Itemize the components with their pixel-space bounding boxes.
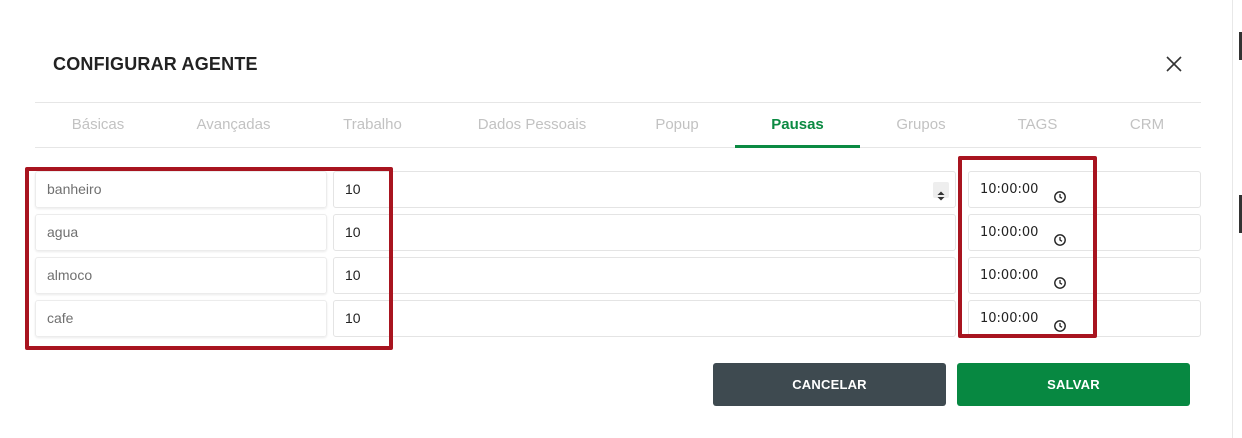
pause-time-input[interactable]: 10:00:00 <box>968 214 1201 251</box>
pause-count-input[interactable]: 10 <box>333 171 956 208</box>
pause-name-input[interactable]: almoco <box>35 257 327 294</box>
pause-time-input[interactable]: 10:00:00 <box>968 257 1201 294</box>
window-edge-divider <box>1232 0 1233 438</box>
cancel-button[interactable]: CANCELAR <box>713 363 946 406</box>
pause-name-input[interactable]: agua <box>35 214 327 251</box>
pause-name-input[interactable]: banheiro <box>35 171 327 208</box>
pause-time-value: 10:00:00 <box>980 311 1039 326</box>
tab-dados-pessoais[interactable]: Dados Pessoais <box>439 103 625 148</box>
clock-icon[interactable] <box>1053 269 1067 289</box>
pause-count-input[interactable]: 10 <box>333 214 956 251</box>
pause-count-value: 10 <box>345 181 361 197</box>
clock-icon[interactable] <box>1053 312 1067 332</box>
pause-count-input[interactable]: 10 <box>333 300 956 337</box>
tab-popup[interactable]: Popup <box>625 103 729 148</box>
pause-count-value: 10 <box>345 310 361 326</box>
tab-basicas[interactable]: Básicas <box>35 103 161 148</box>
tab-trabalho[interactable]: Trabalho <box>306 103 439 148</box>
tab-crm[interactable]: CRM <box>1093 103 1201 148</box>
pause-name-input[interactable]: cafe <box>35 300 327 337</box>
pause-time-input[interactable]: 10:00:00 <box>968 171 1201 208</box>
tab-avancadas[interactable]: Avançadas <box>161 103 306 148</box>
modal-title: CONFIGURAR AGENTE <box>53 54 258 74</box>
pause-count-value: 10 <box>345 267 361 283</box>
configure-agent-modal: CONFIGURAR AGENTE Básicas Avançadas Trab… <box>0 0 1242 438</box>
pause-time-input[interactable]: 10:00:00 <box>968 300 1201 337</box>
clock-icon[interactable] <box>1053 183 1067 203</box>
save-button[interactable]: SALVAR <box>957 363 1190 406</box>
pause-time-value: 10:00:00 <box>980 268 1039 283</box>
clock-icon[interactable] <box>1053 226 1067 246</box>
tab-tags[interactable]: TAGS <box>982 103 1093 148</box>
tab-grupos[interactable]: Grupos <box>860 103 982 148</box>
active-tab-indicator <box>735 145 860 148</box>
pause-time-value: 10:00:00 <box>980 225 1039 240</box>
pause-count-input[interactable]: 10 <box>333 257 956 294</box>
tab-bar: Básicas Avançadas Trabalho Dados Pessoai… <box>35 102 1201 148</box>
pause-count-value: 10 <box>345 224 361 240</box>
tab-pausas[interactable]: Pausas <box>735 103 860 148</box>
close-icon[interactable] <box>1162 52 1186 76</box>
pause-time-value: 10:00:00 <box>980 182 1039 197</box>
number-spinner-icon[interactable] <box>933 182 949 201</box>
